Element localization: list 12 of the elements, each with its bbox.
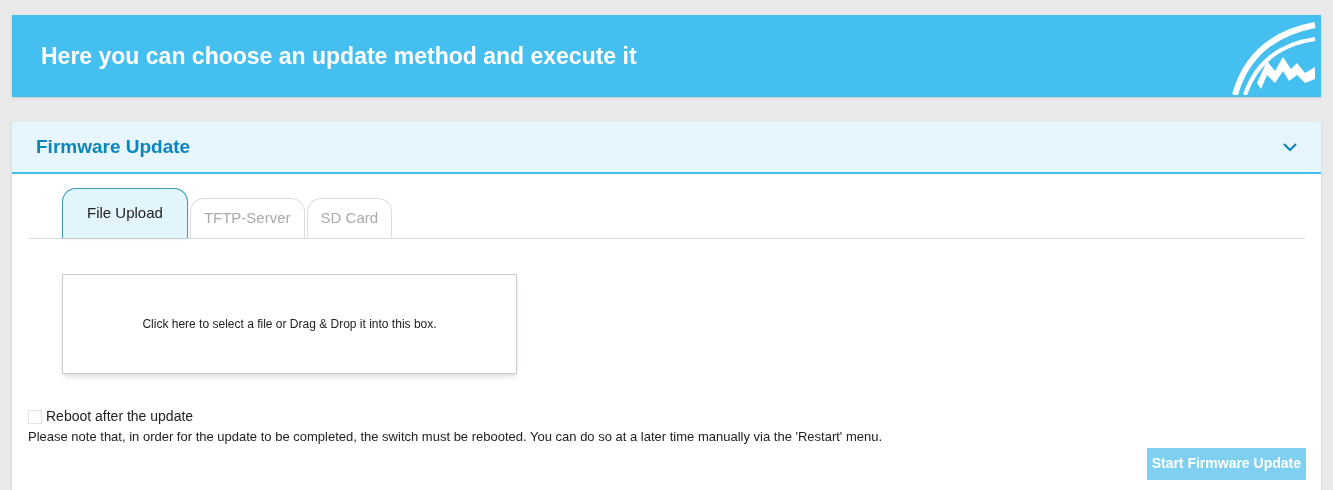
panel-title: Firmware Update <box>36 134 191 159</box>
drop-zone-text: Click here to select a file or Drag & Drop it into this box. <box>142 316 437 333</box>
panel-header[interactable]: Firmware Update <box>12 122 1321 174</box>
chevron-icon[interactable] <box>1283 142 1297 152</box>
banner-title: Here you can choose an update method and execute it <box>41 41 637 71</box>
tab[interactable]: File Upload <box>62 188 188 238</box>
file-drop-zone[interactable]: Click here to select a file or Drag & Drop it into this box. <box>62 274 517 374</box>
note-text: Please note that, in order for the update to be completed, the switch must be rebooted. You can do so at a later time manually via the 'Restart' menu. <box>27 428 884 446</box>
tab[interactable]: TFTP-Server <box>189 198 305 238</box>
tab[interactable]: SD Card <box>306 198 393 238</box>
reboot-label: Reboot after the update <box>46 407 194 426</box>
reboot-checkbox[interactable] <box>28 409 42 424</box>
